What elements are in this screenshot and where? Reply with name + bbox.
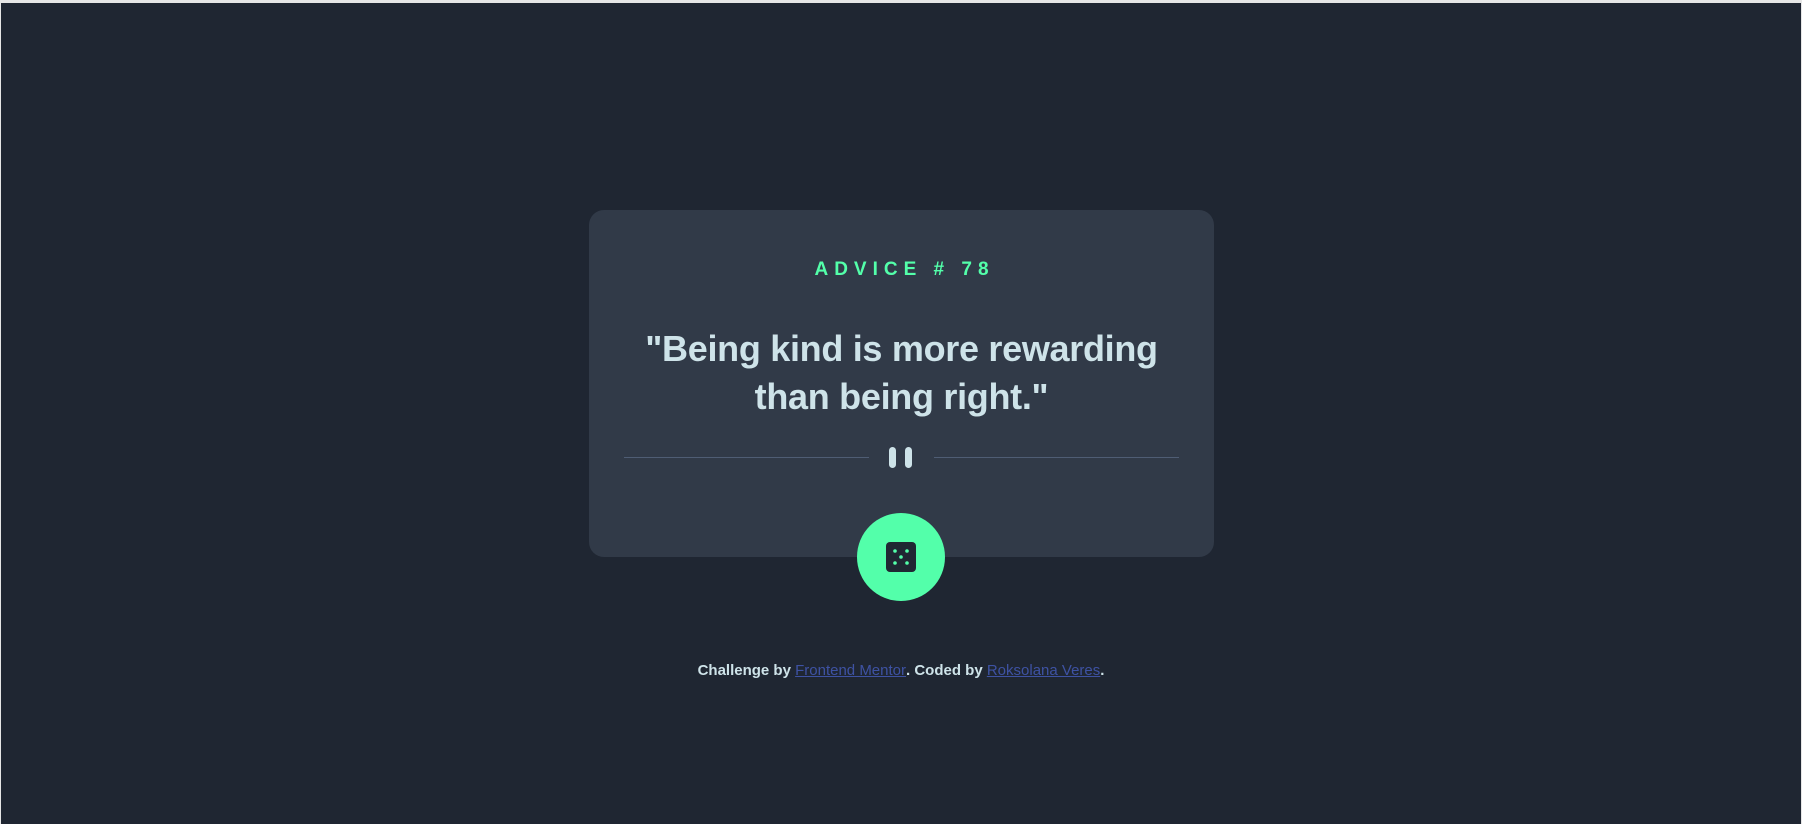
new-advice-button[interactable] [857, 513, 945, 601]
advice-card: ADVICE # 78 "Being kind is more rewardin… [589, 210, 1214, 557]
attribution-prefix: Challenge by [697, 662, 796, 679]
advice-quote: "Being kind is more rewarding than being… [645, 328, 1158, 417]
advice-number: ADVICE # 78 [814, 259, 995, 280]
dice-icon [886, 542, 916, 572]
divider-line-left [624, 457, 869, 458]
divider-line-right [934, 457, 1179, 458]
attribution-suffix: . [1100, 662, 1105, 679]
frontend-mentor-link[interactable]: Frontend Mentor [795, 662, 906, 679]
divider [624, 447, 1179, 468]
attribution-middle: . Coded by [906, 662, 987, 679]
author-link[interactable]: Roksolana Veres [987, 662, 1100, 679]
attribution: Challenge by Frontend Mentor. Coded by R… [0, 662, 1802, 679]
pause-icon [888, 447, 912, 468]
